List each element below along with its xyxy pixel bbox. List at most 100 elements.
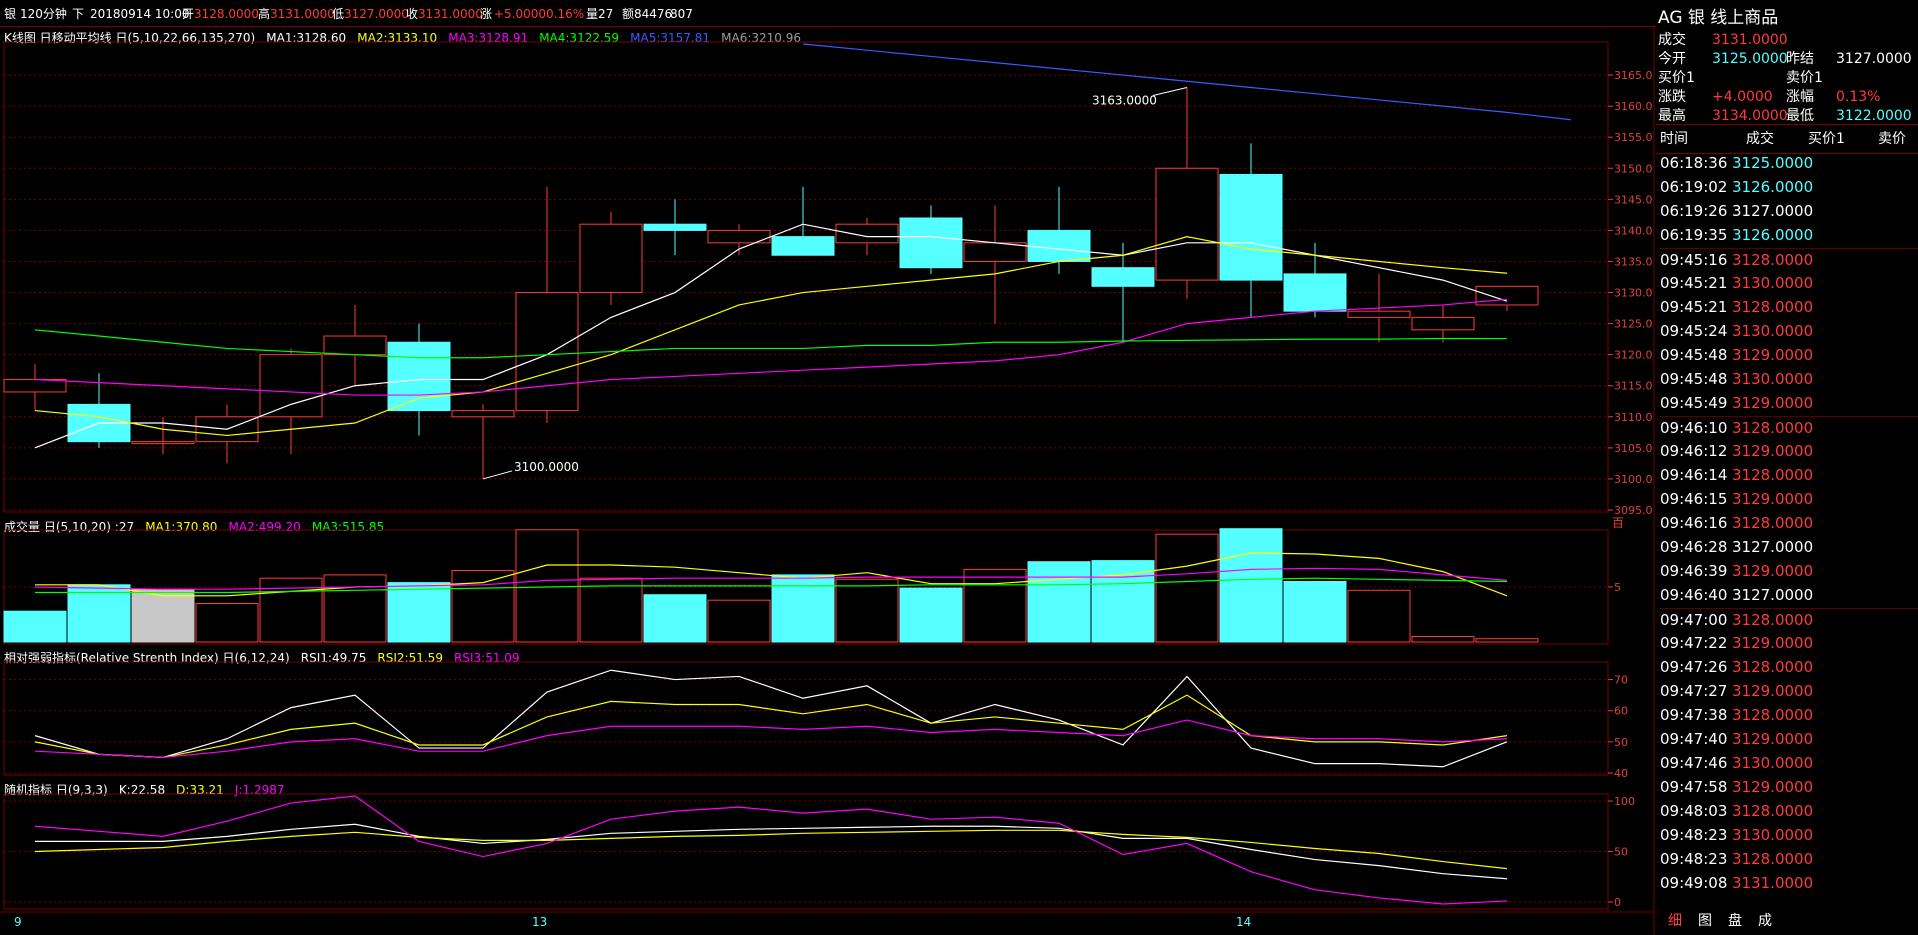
trade-row[interactable]: 06:19:02 3126.0000	[1660, 176, 1918, 198]
quote-row: 买价1 卖价1	[1656, 69, 1918, 87]
kdj-tick-label: 0	[1614, 896, 1621, 909]
volume-bar	[707, 599, 771, 643]
kline-ma4-line	[34, 329, 1508, 359]
volume-bar	[1283, 581, 1347, 643]
trade-row[interactable]: 06:18:36 3125.0000	[1660, 152, 1918, 174]
trade-row[interactable]: 09:45:49 3129.0000	[1660, 392, 1918, 414]
candle-body	[515, 292, 579, 412]
candle-body	[3, 379, 67, 393]
tab-trades[interactable]: 成	[1758, 913, 1772, 929]
trade-row[interactable]: 09:45:16 3128.0000	[1660, 248, 1918, 271]
volume-bar	[899, 587, 963, 643]
trade-price: 3128.0000	[1732, 850, 1814, 868]
trade-price: 3126.0000	[1732, 226, 1814, 244]
candle-body	[1283, 273, 1347, 312]
candle-body	[579, 223, 643, 294]
trade-row[interactable]: 06:19:26 3127.0000	[1660, 200, 1918, 222]
trade-table-header: 时间 成交 买价1 卖价	[1656, 124, 1918, 154]
tab-detail[interactable]: 细	[1668, 913, 1682, 929]
tab-chart[interactable]: 图	[1698, 913, 1712, 929]
trade-row[interactable]: 09:47:27 3129.0000	[1660, 680, 1918, 702]
trade-time: 06:19:02	[1660, 178, 1728, 196]
trade-price: 3125.0000	[1732, 154, 1814, 172]
trade-row[interactable]: 09:45:48 3129.0000	[1660, 344, 1918, 366]
trade-row[interactable]: 09:46:15 3129.0000	[1660, 488, 1918, 510]
quote-row: 今开 3125.0000 昨结 3127.0000	[1656, 50, 1918, 68]
candle-body	[259, 354, 323, 418]
header-bid: 买价1	[1808, 131, 1845, 147]
trade-time: 09:47:38	[1660, 706, 1728, 724]
trade-price: 3128.0000	[1732, 419, 1814, 437]
chart-canvas[interactable]: 3095.0 3100.0 3105.0 3110.0 3115.0 3120.0 3125…	[0, 0, 1656, 935]
trade-price: 3126.0000	[1732, 178, 1814, 196]
candle	[1283, 242, 1347, 318]
rsi-rsi1-line	[34, 669, 1508, 768]
quote-value: 3131.0000	[1712, 32, 1788, 48]
trade-row[interactable]: 09:46:16 3128.0000	[1660, 512, 1918, 534]
quote-row: 最高 3134.0000 最低 3122.0000	[1656, 107, 1918, 125]
trade-row[interactable]: 09:45:24 3130.0000	[1660, 320, 1918, 342]
volume-bar	[387, 582, 451, 643]
trade-row[interactable]: 09:45:21 3128.0000	[1660, 296, 1918, 318]
trade-row[interactable]: 09:46:14 3128.0000	[1660, 464, 1918, 486]
volume-bar	[1411, 636, 1475, 643]
kdj-tick-label: 100	[1614, 795, 1635, 808]
trade-row[interactable]: 09:48:23 3130.0000	[1660, 824, 1918, 846]
min-annotation-leader	[482, 470, 513, 480]
kline-tick-label: 3100.0	[1614, 473, 1653, 486]
min-annotation: 3100.0000	[514, 460, 579, 474]
quote-label: 最高	[1658, 108, 1686, 124]
trade-row[interactable]: 09:46:39 3129.0000	[1660, 560, 1918, 582]
candle	[1411, 304, 1475, 343]
candle-body	[1219, 173, 1283, 281]
trade-row[interactable]: 09:46:10 3128.0000	[1660, 416, 1918, 439]
volume-bar	[131, 588, 195, 643]
quote-value: 3125.0000	[1712, 51, 1788, 67]
trade-row[interactable]: 09:47:00 3128.0000	[1660, 608, 1918, 631]
candle	[1475, 285, 1539, 312]
sidebar-tabs: 细 图 盘 成	[1656, 908, 1918, 935]
trade-time: 09:45:16	[1660, 251, 1728, 269]
trade-price: 3128.0000	[1732, 251, 1814, 269]
trade-row[interactable]: 09:47:26 3128.0000	[1660, 656, 1918, 678]
volume-bar	[963, 568, 1027, 643]
trade-row[interactable]: 09:46:28 3127.0000	[1660, 536, 1918, 558]
candle	[579, 211, 643, 305]
trade-time: 09:46:10	[1660, 419, 1728, 437]
trade-row[interactable]: 09:49:08 3131.0000	[1660, 872, 1918, 894]
trade-price: 3128.0000	[1732, 658, 1814, 676]
trade-row[interactable]: 09:46:12 3129.0000	[1660, 440, 1918, 462]
trade-price: 3131.0000	[1732, 874, 1814, 892]
volume-bar	[323, 574, 387, 643]
candle	[963, 205, 1027, 324]
candle	[323, 304, 387, 386]
trade-row[interactable]: 06:19:35 3126.0000	[1660, 224, 1918, 246]
trade-row[interactable]: 09:47:40 3129.0000	[1660, 728, 1918, 750]
trade-row[interactable]: 09:48:03 3128.0000	[1660, 800, 1918, 822]
trade-row[interactable]: 09:48:23 3128.0000	[1660, 848, 1918, 870]
trade-row[interactable]: 09:45:21 3130.0000	[1660, 272, 1918, 294]
candle	[3, 363, 67, 411]
trade-price: 3129.0000	[1732, 778, 1814, 796]
tab-book[interactable]: 盘	[1728, 913, 1742, 929]
trade-row[interactable]: 09:47:38 3128.0000	[1660, 704, 1918, 726]
trade-row[interactable]: 09:45:48 3130.0000	[1660, 368, 1918, 390]
trade-price: 3128.0000	[1732, 802, 1814, 820]
trade-time: 09:45:24	[1660, 322, 1728, 340]
trade-row[interactable]: 09:47:22 3129.0000	[1660, 632, 1918, 654]
trade-time: 09:47:58	[1660, 778, 1728, 796]
volume-bar	[643, 594, 707, 643]
trade-row[interactable]: 09:47:58 3129.0000	[1660, 776, 1918, 798]
volume-bar	[3, 610, 67, 643]
kline-tick-label: 3095.0	[1614, 504, 1653, 517]
trade-row[interactable]: 09:46:40 3127.0000	[1660, 584, 1918, 606]
candle-body	[643, 223, 707, 231]
candle	[67, 373, 131, 448]
trade-time: 09:46:39	[1660, 562, 1728, 580]
trade-row[interactable]: 09:47:46 3130.0000	[1660, 752, 1918, 774]
trade-time: 09:48:23	[1660, 826, 1728, 844]
kline-ma3-line	[34, 298, 1508, 396]
quote-label: 买价1	[1658, 70, 1695, 86]
quote-label-2: 昨结	[1786, 51, 1814, 67]
trade-list[interactable]: 06:18:36 3125.0000 06:19:02 3126.0000 06:19:…	[1656, 152, 1918, 905]
